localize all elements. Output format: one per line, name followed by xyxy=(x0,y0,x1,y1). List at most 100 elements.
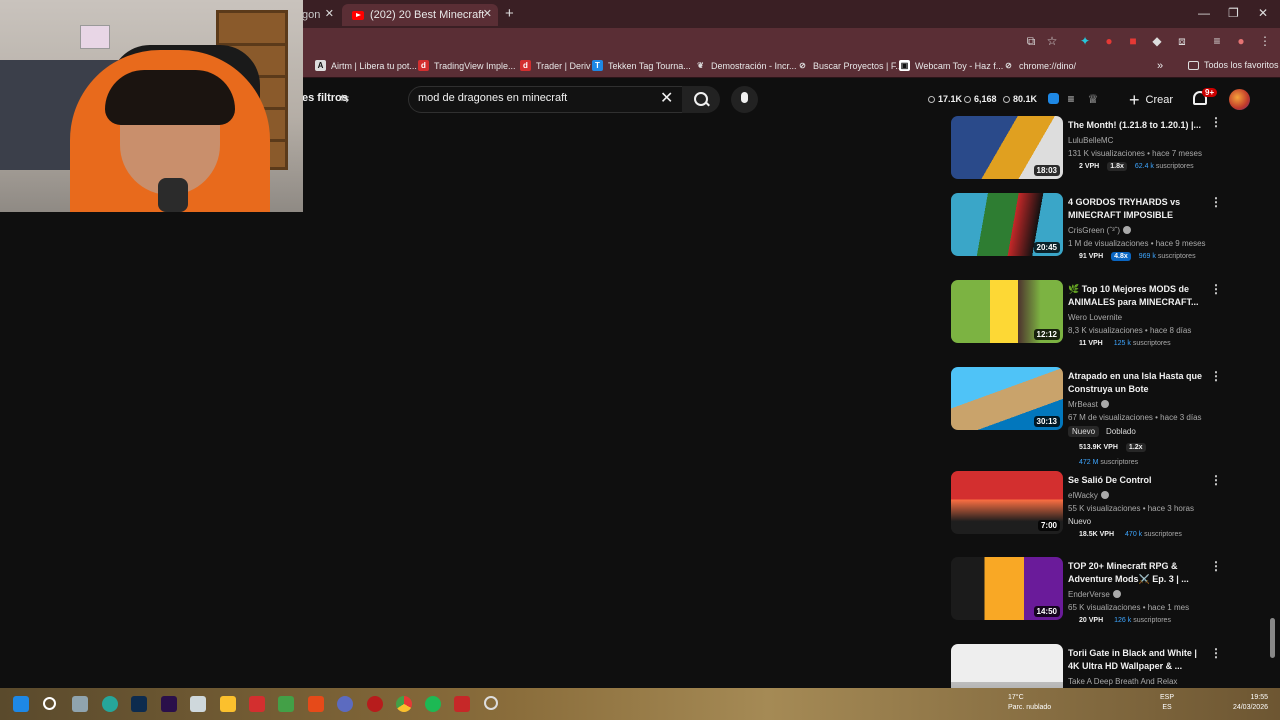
new-badge: Nuevo xyxy=(1068,426,1100,437)
video-thumbnail[interactable]: 14:50 xyxy=(951,557,1063,620)
edge-icon[interactable] xyxy=(102,696,118,712)
video-thumbnail[interactable]: 12:12 xyxy=(951,280,1063,343)
profile-icon[interactable]: ● xyxy=(1234,34,1248,48)
extension-icon[interactable]: ✦ xyxy=(1078,34,1092,48)
deriv-icon[interactable] xyxy=(249,696,265,712)
channel-name[interactable]: LuluBelleMC xyxy=(1068,136,1113,145)
bookmark-item[interactable]: ⊘ Buscar Proyectos | F... xyxy=(797,60,903,71)
trophy-icon[interactable]: ♕ xyxy=(1086,92,1100,106)
minecraft-icon[interactable] xyxy=(278,696,294,712)
video-title[interactable]: The Month! (1.21.8 to 1.20.1) |... xyxy=(1068,119,1206,132)
file-explorer-icon[interactable] xyxy=(220,696,236,712)
cam-poster xyxy=(80,25,110,49)
start-button-icon[interactable] xyxy=(13,696,29,712)
folder-icon xyxy=(1188,60,1199,70)
video-title[interactable]: 4 GORDOS TRYHARDS vs MINECRAFT IMPOSIBLE xyxy=(1068,196,1206,222)
video-thumbnail[interactable]: 20:45 xyxy=(951,193,1063,256)
bookmark-star-icon[interactable]: ☆ xyxy=(1045,34,1059,48)
tab-active-youtube[interactable]: (202) 20 Best Minecraft 1.20.1 - ✕ xyxy=(342,4,498,26)
search-input[interactable]: mod de dragones en minecraft xyxy=(418,92,567,104)
obs-icon[interactable] xyxy=(484,696,498,710)
verified-icon xyxy=(1112,590,1121,598)
chrome-icon[interactable] xyxy=(396,696,412,712)
more-bookmarks-button[interactable]: » xyxy=(1157,60,1163,72)
more-actions-icon[interactable]: ⋮ xyxy=(1210,283,1222,295)
video-stats-row: 11 VPH 125 k suscriptores xyxy=(1076,339,1179,348)
extension-icon[interactable]: ■ xyxy=(1126,34,1140,48)
tab-inactive[interactable]: gon ✕ xyxy=(302,4,340,26)
discord-icon[interactable] xyxy=(337,696,353,712)
search-button[interactable] xyxy=(682,86,720,113)
video-title[interactable]: Se Salió De Control xyxy=(1068,474,1206,487)
bookmark-item[interactable]: ⊘ chrome://dino/ xyxy=(1003,60,1076,71)
ratio-chip: 1.8x xyxy=(1107,162,1127,171)
brave-icon[interactable] xyxy=(308,696,324,712)
menu-icon[interactable]: ⋮ xyxy=(1258,34,1272,48)
avatar[interactable] xyxy=(1229,89,1250,110)
clear-search-icon[interactable]: ✕ xyxy=(660,88,673,108)
cam-hair xyxy=(105,70,235,125)
task-view-icon[interactable] xyxy=(72,696,88,712)
bookmark-item[interactable]: d TradingView Imple... xyxy=(418,60,516,71)
extension-icon[interactable] xyxy=(1048,93,1059,104)
extensions-puzzle-icon[interactable]: ⧈ xyxy=(1175,34,1189,48)
more-actions-icon[interactable]: ⋮ xyxy=(1210,370,1222,382)
dubbed-badge: Doblado xyxy=(1106,427,1136,436)
channel-name[interactable]: Wero Lovernite xyxy=(1068,313,1122,322)
list-icon[interactable]: ≡ xyxy=(1064,92,1078,106)
video-thumbnail[interactable]: 7:00 xyxy=(951,471,1063,534)
video-title[interactable]: TOP 20+ Minecraft RPG & Adventure Mods⚔️… xyxy=(1068,560,1206,586)
video-title[interactable]: 🌿 Top 10 Mejores MODS de ANIMALES para M… xyxy=(1068,283,1206,309)
video-thumbnail[interactable] xyxy=(951,644,1063,688)
voicemeeter-icon[interactable] xyxy=(454,696,470,712)
bookmark-item[interactable]: d Trader | Deriv xyxy=(520,60,591,71)
channel-name[interactable]: CrisGreen (ˆ³ˆ) xyxy=(1068,226,1131,235)
channel-name[interactable]: Take A Deep Breath And Relax xyxy=(1068,677,1177,686)
channel-name[interactable]: MrBeast xyxy=(1068,400,1109,409)
close-tab-icon[interactable]: ✕ xyxy=(325,7,334,20)
more-actions-icon[interactable]: ⋮ xyxy=(1210,560,1222,572)
new-tab-button[interactable]: + xyxy=(505,5,514,22)
photoshop-icon[interactable] xyxy=(131,696,147,712)
channel-name[interactable]: EnderVerse xyxy=(1068,590,1121,599)
create-button[interactable]: + Crear xyxy=(1125,88,1179,112)
bookmark-item[interactable]: ▣ Webcam Toy - Haz f... xyxy=(899,60,1003,71)
subs-chip: 126 k suscriptores xyxy=(1114,617,1171,624)
video-thumbnail[interactable]: 18:03 xyxy=(951,116,1063,179)
bookmark-item[interactable]: A Airtm | Libera tu pot... xyxy=(315,60,417,71)
extension-icon[interactable]: ● xyxy=(1102,34,1116,48)
language-indicator[interactable]: ESP ES xyxy=(1160,693,1174,713)
bookmark-item[interactable]: ❦ Demostración - Incr... xyxy=(695,60,796,71)
clock[interactable]: 19:55 24/03/2026 xyxy=(1226,693,1268,713)
bookmark-item[interactable]: T Tekken Tag Tourna... xyxy=(592,60,691,71)
cast-icon[interactable]: ⧉ xyxy=(1024,34,1038,48)
premiere-icon[interactable] xyxy=(161,696,177,712)
close-tab-icon[interactable]: ✕ xyxy=(483,7,492,20)
minimize-button[interactable]: — xyxy=(1198,6,1210,20)
more-actions-icon[interactable]: ⋮ xyxy=(1210,116,1222,128)
video-title[interactable]: Torii Gate in Black and White | 4K Ultra… xyxy=(1068,647,1206,673)
more-actions-icon[interactable]: ⋮ xyxy=(1210,474,1222,486)
video-title[interactable]: Atrapado en una Isla Hasta que Construya… xyxy=(1068,370,1206,396)
voice-search-button[interactable] xyxy=(731,86,758,113)
filters-icon[interactable]: ⇆ xyxy=(340,92,349,105)
all-bookmarks-folder[interactable]: Todos los favoritos xyxy=(1188,60,1279,70)
spotify-icon[interactable] xyxy=(425,696,441,712)
more-actions-icon[interactable]: ⋮ xyxy=(1210,647,1222,659)
video-duration: 14:50 xyxy=(1033,606,1060,617)
circle-icon xyxy=(1003,96,1010,103)
video-thumbnail[interactable]: 30:13 xyxy=(951,367,1063,430)
app-icon[interactable] xyxy=(367,696,383,712)
channel-name[interactable]: elWacky xyxy=(1068,491,1109,500)
reading-list-icon[interactable]: ≡ xyxy=(1210,34,1224,48)
scrollbar-thumb[interactable] xyxy=(1270,618,1275,658)
maximize-button[interactable]: ❐ xyxy=(1228,6,1239,20)
weather-widget[interactable]: 17°C Parc. nublado xyxy=(1008,693,1051,713)
more-actions-icon[interactable]: ⋮ xyxy=(1210,196,1222,208)
plus-icon: + xyxy=(1129,90,1140,110)
extension-icon[interactable]: ◆ xyxy=(1150,34,1164,48)
bookmark-icon: ▣ xyxy=(899,60,910,71)
search-icon[interactable] xyxy=(43,697,56,710)
store-icon[interactable] xyxy=(190,696,206,712)
close-window-button[interactable]: ✕ xyxy=(1258,6,1268,20)
